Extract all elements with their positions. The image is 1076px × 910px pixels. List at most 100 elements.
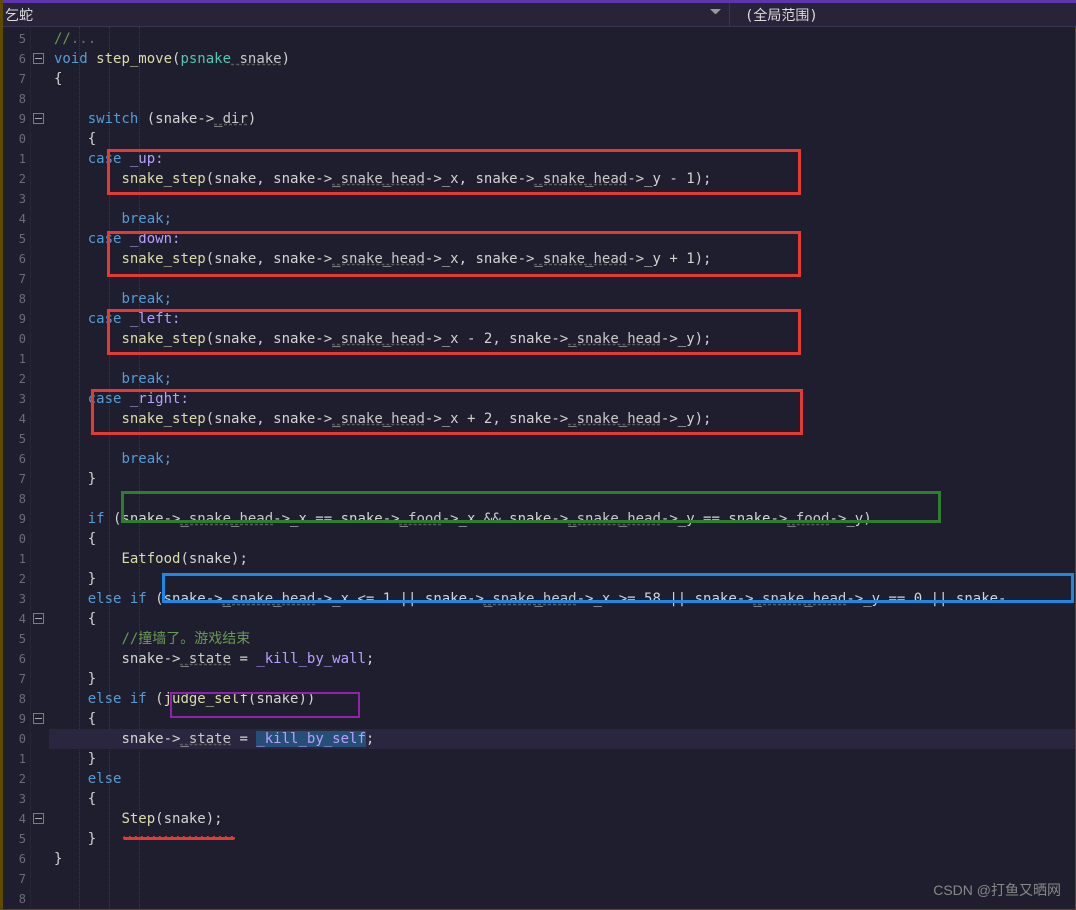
line-number: 1 [1, 749, 30, 769]
fold-handle [31, 249, 49, 269]
code-line[interactable]: } [49, 749, 1075, 769]
fold-handle [31, 189, 49, 209]
code-line[interactable]: if (snake->_snake_head->_x == snake->_fo… [49, 509, 1075, 529]
fold-handle [31, 529, 49, 549]
code-line[interactable]: switch (snake->_dir) [49, 109, 1075, 129]
line-number: 6 [1, 249, 30, 269]
fold-handle [31, 289, 49, 309]
code-line[interactable]: case _left: [49, 309, 1075, 329]
line-number: 6 [1, 449, 30, 469]
code-line[interactable] [49, 489, 1075, 509]
code-line[interactable]: //... [49, 29, 1075, 49]
scope-label: 乞蛇 [5, 5, 33, 25]
code-line[interactable] [49, 889, 1075, 909]
code-line[interactable]: { [49, 609, 1075, 629]
fold-handle [31, 369, 49, 389]
fold-handle [31, 769, 49, 789]
code-line[interactable]: } [49, 569, 1075, 589]
code-line[interactable] [49, 189, 1075, 209]
watermark: CSDN @打鱼又晒网 [933, 880, 1061, 900]
code-line[interactable]: Step(snake); [49, 809, 1075, 829]
fold-handle [31, 269, 49, 289]
code-editor[interactable]: 5678901234567890123456789012345678901234… [0, 27, 1076, 910]
line-number: 5 [1, 629, 30, 649]
code-line[interactable] [49, 869, 1075, 889]
code-line[interactable]: { [49, 789, 1075, 809]
code-line[interactable]: } [49, 849, 1075, 869]
code-line[interactable]: break; [49, 449, 1075, 469]
line-number: 0 [1, 329, 30, 349]
fold-minus-icon [33, 613, 44, 624]
code-line[interactable]: break; [49, 209, 1075, 229]
code-content[interactable]: //... void step_move(psnake snake) { swi… [49, 27, 1075, 909]
scope-dropdown-left[interactable]: 乞蛇 [0, 3, 730, 26]
line-number: 5 [1, 229, 30, 249]
fold-handle[interactable] [31, 709, 49, 729]
code-line[interactable] [49, 269, 1075, 289]
code-line[interactable]: snake_step(snake, snake->_snake_head->_x… [49, 329, 1075, 349]
code-line[interactable]: else if (snake->_snake_head->_x <= 1 || … [49, 589, 1075, 609]
fold-handle[interactable] [31, 109, 49, 129]
line-number: 0 [1, 729, 30, 749]
code-line[interactable]: //撞墙了。游戏结束 [49, 629, 1075, 649]
fold-handle[interactable] [31, 609, 49, 629]
fold-handle [31, 169, 49, 189]
fold-handle [31, 869, 49, 889]
line-number: 2 [1, 369, 30, 389]
fold-handle [31, 729, 49, 749]
fold-handle [31, 389, 49, 409]
code-line[interactable]: void step_move(psnake snake) [49, 49, 1075, 69]
code-line[interactable]: case _right: [49, 389, 1075, 409]
code-line[interactable]: snake_step(snake, snake->_snake_head->_x… [49, 249, 1075, 269]
line-number: 7 [1, 869, 30, 889]
fold-handle[interactable] [31, 809, 49, 829]
red-underline-annotation [123, 836, 235, 840]
line-number: 7 [1, 269, 30, 289]
code-line[interactable]: break; [49, 369, 1075, 389]
line-number: 2 [1, 169, 30, 189]
line-number: 6 [1, 649, 30, 669]
fold-handle[interactable] [31, 49, 49, 69]
fold-handle [31, 409, 49, 429]
code-line[interactable]: case _down: [49, 229, 1075, 249]
code-line[interactable]: { [49, 129, 1075, 149]
code-line[interactable]: snake_step(snake, snake->_snake_head->_x… [49, 409, 1075, 429]
code-line[interactable]: else [49, 769, 1075, 789]
fold-minus-icon [33, 813, 44, 824]
line-number-gutter: 5678901234567890123456789012345678901234… [1, 27, 31, 909]
code-line[interactable] [49, 349, 1075, 369]
line-number: 3 [1, 789, 30, 809]
fold-handle [31, 689, 49, 709]
code-line[interactable]: } [49, 469, 1075, 489]
fold-handle [31, 329, 49, 349]
fold-handle [31, 649, 49, 669]
code-line[interactable] [49, 89, 1075, 109]
line-number: 8 [1, 689, 30, 709]
code-line[interactable]: snake->_state = _kill_by_self; [49, 729, 1075, 749]
code-line[interactable]: case _up: [49, 149, 1075, 169]
code-line[interactable]: Eatfood(snake); [49, 549, 1075, 569]
fold-handle [31, 449, 49, 469]
scope-dropdown-right[interactable]: (全局范围) [730, 3, 1076, 26]
line-number: 9 [1, 709, 30, 729]
fold-handle [31, 469, 49, 489]
line-number: 6 [1, 849, 30, 869]
fold-handle [31, 209, 49, 229]
line-number: 1 [1, 149, 30, 169]
fold-handle [31, 629, 49, 649]
scope-right-label: (全局范围) [745, 5, 818, 25]
code-line[interactable]: break; [49, 289, 1075, 309]
line-number: 8 [1, 289, 30, 309]
code-line[interactable]: } [49, 669, 1075, 689]
code-line[interactable]: { [49, 69, 1075, 89]
code-line[interactable]: { [49, 709, 1075, 729]
code-line[interactable]: { [49, 529, 1075, 549]
code-line[interactable]: snake->_state = _kill_by_wall; [49, 649, 1075, 669]
code-line[interactable] [49, 429, 1075, 449]
line-number: 8 [1, 489, 30, 509]
line-number: 5 [1, 29, 30, 49]
code-line[interactable]: else if (judge_self(snake)) [49, 689, 1075, 709]
line-number: 1 [1, 549, 30, 569]
line-number: 7 [1, 669, 30, 689]
code-line[interactable]: snake_step(snake, snake->_snake_head->_x… [49, 169, 1075, 189]
